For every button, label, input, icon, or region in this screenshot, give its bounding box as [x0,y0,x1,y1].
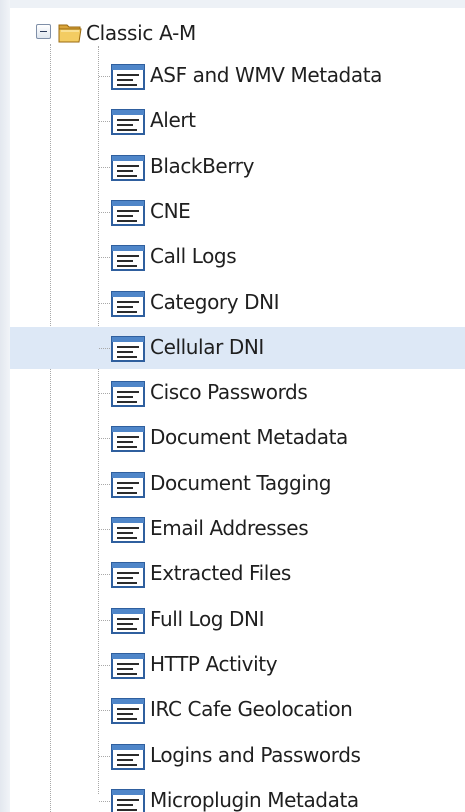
tree-item-content: Cellular DNI [96,327,465,369]
report-icon [111,608,145,634]
tree-item[interactable]: IRC Cafe Geolocation [96,689,465,731]
report-icon [111,562,145,588]
report-icon [111,472,145,498]
tree-item-content: Email Addresses [96,508,465,550]
tree-item-label: Email Addresses [150,516,309,540]
tree-connector-line [99,756,110,757]
tree-connector-line [99,620,110,621]
tree-item-content: Category DNI [96,282,465,324]
report-icon [111,245,145,271]
tree-connector-line [99,438,110,439]
tree-item-label: CNE [150,199,191,223]
tree-item-content: Microplugin Metadata [96,780,465,812]
tree-node-classic-a-m[interactable]: Classic A-M [36,17,456,49]
tree-item[interactable]: Email Addresses [96,508,465,550]
report-icon [111,291,145,317]
tree-item-label: Alert [150,108,196,132]
tree-item-label: Full Log DNI [150,607,265,631]
tree-item-content: CNE [96,191,465,233]
tree-item[interactable]: HTTP Activity [96,644,465,686]
tree-item[interactable]: CNE [96,191,465,233]
tree-connector-line [99,303,110,304]
report-icon [111,155,145,181]
tree-connector-line [99,574,110,575]
tree-item-label: Call Logs [150,244,237,268]
tree-item[interactable]: Document Metadata [96,417,465,459]
tree-item[interactable]: Category DNI [96,282,465,324]
tree-item-content: Full Log DNI [96,599,465,641]
report-icon [111,789,145,812]
tree-connector-line [99,76,110,77]
report-icon [111,200,145,226]
folder-open-icon [58,24,82,43]
tree-item-content: ASF and WMV Metadata [96,55,465,97]
tree-item[interactable]: Microplugin Metadata [96,780,465,812]
report-icon [111,64,145,90]
tree-item-content: Extracted Files [96,553,465,595]
report-icon [111,336,145,362]
tree-connector-line [99,710,110,711]
tree-item-label: HTTP Activity [150,652,278,676]
tree-node-label: Classic A-M [86,21,196,45]
tree-item-content: HTTP Activity [96,644,465,686]
tree-item[interactable]: Logins and Passwords [96,735,465,777]
tree-item-label: IRC Cafe Geolocation [150,697,353,721]
tree-item-label: Document Tagging [150,471,332,495]
report-icon [111,653,145,679]
tree-item-label: Extracted Files [150,561,291,585]
tree-item-content: Document Tagging [96,463,465,505]
tree-item-label: Logins and Passwords [150,743,361,767]
report-icon [111,426,145,452]
tree-item-content: IRC Cafe Geolocation [96,689,465,731]
tree-connector-line [99,348,110,349]
tree-panel: Classic A-M ASF and WMV Metadata Alert Bla… [0,0,465,812]
report-icon [111,381,145,407]
tree-item[interactable]: Call Logs [96,236,465,278]
tree-item-content: Alert [96,100,465,142]
tree-item-label: Cellular DNI [150,335,264,359]
tree-connector-line [99,167,110,168]
tree-item-content: Logins and Passwords [96,735,465,777]
tree-connector-line [99,257,110,258]
tree-item[interactable]: Full Log DNI [96,599,465,641]
tree-connector-line [99,121,110,122]
report-icon [111,109,145,135]
tree-connector-line [99,529,110,530]
tree-guide-line-root [50,44,51,812]
tree-connector-line [99,801,110,802]
tree-item[interactable]: Extracted Files [96,553,465,595]
tree-item-content: Call Logs [96,236,465,278]
tree-connector-line [99,484,110,485]
tree-item-label: Document Metadata [150,425,348,449]
tree-view: Classic A-M ASF and WMV Metadata Alert Bla… [0,0,465,812]
minus-box-icon[interactable] [36,24,51,39]
tree-item-label: Cisco Passwords [150,380,308,404]
tree-item-label: ASF and WMV Metadata [150,63,383,87]
tree-item[interactable]: Document Tagging [96,463,465,505]
tree-item-label: BlackBerry [150,154,255,178]
report-icon [111,744,145,770]
tree-item[interactable]: Alert [96,100,465,142]
tree-connector-line [99,665,110,666]
tree-item-label: Microplugin Metadata [150,788,359,812]
tree-item-content: Document Metadata [96,417,465,459]
tree-item-content: Cisco Passwords [96,372,465,414]
tree-item-content: BlackBerry [96,146,465,188]
tree-item[interactable]: BlackBerry [96,146,465,188]
report-icon [111,517,145,543]
report-icon [111,698,145,724]
tree-item[interactable]: Cisco Passwords [96,372,465,414]
tree-connector-line [99,212,110,213]
tree-connector-line [99,393,110,394]
tree-item[interactable]: ASF and WMV Metadata [96,55,465,97]
tree-item[interactable]: Cellular DNI [10,327,465,369]
tree-item-label: Category DNI [150,290,280,314]
